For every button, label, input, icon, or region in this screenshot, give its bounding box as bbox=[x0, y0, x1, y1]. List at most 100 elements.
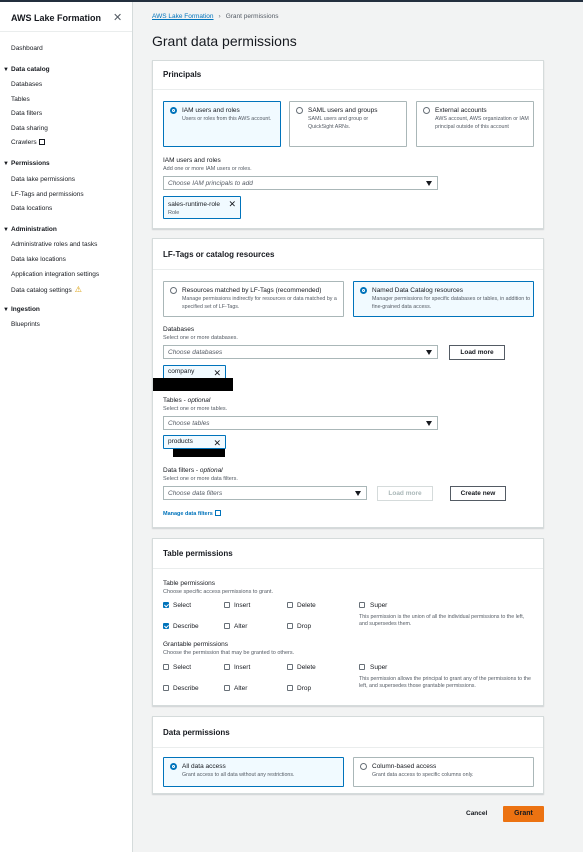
radio-icon bbox=[360, 763, 367, 770]
databases-hint: Select one or more databases. bbox=[163, 335, 238, 341]
sidebar-item-blueprints[interactable]: Blueprints bbox=[11, 321, 40, 328]
option-desc: Users or roles from this AWS account. bbox=[182, 116, 272, 122]
grant-super-note: This permission allows the principal to … bbox=[359, 676, 531, 689]
page-title: Grant data permissions bbox=[152, 33, 297, 49]
panel-divider bbox=[153, 747, 543, 748]
data-permissions-heading: Data permissions bbox=[163, 728, 230, 737]
token-type: Role bbox=[168, 210, 180, 216]
checkbox-grant-insert[interactable] bbox=[224, 664, 230, 670]
sidebar-section-data-catalog[interactable]: ▼ Data catalog bbox=[3, 66, 50, 73]
sidebar-item-admin-roles[interactable]: Administrative roles and tasks bbox=[11, 241, 97, 248]
sidebar-section-administration[interactable]: ▼ Administration bbox=[3, 226, 57, 233]
token-label: products bbox=[168, 438, 193, 445]
external-link-icon bbox=[38, 139, 45, 145]
checkbox-delete[interactable] bbox=[287, 602, 293, 608]
sidebar-item-app-integration-settings[interactable]: Application integration settings bbox=[11, 271, 99, 278]
lf-tags-panel: LF-Tags or catalog resources Resources m… bbox=[152, 238, 544, 528]
option-desc: Manager permissions for specific databas… bbox=[372, 296, 531, 310]
remove-token-icon[interactable]: ✕ bbox=[228, 199, 236, 210]
option-title: IAM users and roles bbox=[182, 107, 240, 114]
cancel-button[interactable]: Cancel bbox=[466, 810, 487, 817]
option-desc: Grant access to all data without any res… bbox=[182, 772, 295, 778]
breadcrumb-root-link[interactable]: AWS Lake Formation bbox=[152, 13, 214, 20]
label-grant-super: Super bbox=[370, 664, 388, 671]
option-title: Column-based access bbox=[372, 763, 437, 770]
caret-down-icon bbox=[426, 350, 432, 355]
option-desc: SAML users and group or QuickSight ARNs. bbox=[308, 116, 369, 130]
checkbox-select[interactable] bbox=[163, 602, 169, 608]
principal-option-saml[interactable]: SAML users and groups SAML users and gro… bbox=[289, 101, 407, 147]
checkbox-grant-super[interactable] bbox=[359, 664, 365, 670]
label-insert: Insert bbox=[234, 602, 251, 609]
radio-selected-icon bbox=[170, 107, 177, 114]
checkbox-drop[interactable] bbox=[287, 623, 293, 629]
checkbox-alter[interactable] bbox=[224, 623, 230, 629]
data-access-option-all[interactable]: All data access Grant access to all data… bbox=[163, 757, 344, 787]
breadcrumb: AWS Lake Formation › Grant permissions bbox=[152, 13, 278, 20]
data-access-option-column[interactable]: Column-based access Grant data access to… bbox=[353, 757, 534, 787]
close-icon[interactable]: ✕ bbox=[113, 11, 122, 24]
caret-down-icon bbox=[426, 181, 432, 186]
sidebar-item-tables[interactable]: Tables bbox=[11, 96, 30, 103]
token-label: sales-runtime-role bbox=[168, 201, 221, 208]
option-desc: AWS account, AWS organization or IAM pri… bbox=[435, 116, 529, 130]
table-token: products ✕ bbox=[163, 435, 226, 449]
tp-label: Table permissions bbox=[163, 580, 216, 587]
sidebar-item-data-locations[interactable]: Data locations bbox=[11, 205, 52, 212]
checkbox-super[interactable] bbox=[359, 602, 365, 608]
table-permissions-heading: Table permissions bbox=[163, 549, 233, 558]
checkbox-grant-drop[interactable] bbox=[287, 685, 293, 691]
checkbox-grant-select[interactable] bbox=[163, 664, 169, 670]
sidebar-item-data-lake-locations[interactable]: Data lake locations bbox=[11, 256, 66, 263]
radio-icon bbox=[423, 107, 430, 114]
sidebar-item-data-filters[interactable]: Data filters bbox=[11, 110, 42, 117]
lf-tags-heading: LF-Tags or catalog resources bbox=[163, 250, 275, 259]
radio-icon bbox=[170, 287, 177, 294]
option-title: External accounts bbox=[435, 107, 487, 114]
remove-token-icon[interactable]: ✕ bbox=[213, 438, 221, 449]
sidebar-item-databases[interactable]: Databases bbox=[11, 81, 42, 88]
load-more-databases-button[interactable]: Load more bbox=[449, 345, 505, 360]
data-filters-label: Data filters - optional bbox=[163, 467, 223, 474]
checkbox-grant-describe[interactable] bbox=[163, 685, 169, 691]
checkbox-grant-alter[interactable] bbox=[224, 685, 230, 691]
resource-option-named[interactable]: Named Data Catalog resources Manager per… bbox=[353, 281, 534, 317]
tables-label: Tables - optional bbox=[163, 397, 211, 404]
sidebar-item-data-lake-permissions[interactable]: Data lake permissions bbox=[11, 176, 75, 183]
manage-data-filters-link[interactable]: Manage data filters bbox=[163, 510, 221, 517]
label-grant-delete: Delete bbox=[297, 664, 316, 671]
radio-selected-icon bbox=[170, 763, 177, 770]
panel-divider bbox=[153, 89, 543, 90]
principal-option-iam[interactable]: IAM users and roles Users or roles from … bbox=[163, 101, 281, 147]
option-title: Resources matched by LF-Tags (recommende… bbox=[182, 287, 322, 294]
caret-down-icon: ▼ bbox=[3, 307, 9, 313]
redacted-block bbox=[153, 378, 233, 391]
sidebar-section-permissions[interactable]: ▼ Permissions bbox=[3, 160, 50, 167]
chevron-right-icon: › bbox=[218, 13, 221, 20]
sidebar-item-dashboard[interactable]: Dashboard bbox=[11, 45, 43, 52]
sidebar-item-lf-tags-and-permissions[interactable]: LF-Tags and permissions bbox=[11, 191, 84, 198]
label-alter: Alter bbox=[234, 623, 248, 630]
principal-option-external[interactable]: External accounts AWS account, AWS organ… bbox=[416, 101, 534, 147]
tables-select[interactable]: Choose tables bbox=[163, 416, 438, 430]
resource-option-lf-tags[interactable]: Resources matched by LF-Tags (recommende… bbox=[163, 281, 344, 317]
checkbox-grant-delete[interactable] bbox=[287, 664, 293, 670]
sidebar-item-data-sharing[interactable]: Data sharing bbox=[11, 125, 48, 132]
sidebar-item-crawlers[interactable]: Crawlers bbox=[11, 139, 45, 146]
grant-button[interactable]: Grant bbox=[503, 806, 544, 822]
data-filters-select[interactable]: Choose data filters bbox=[163, 486, 367, 500]
label-select: Select bbox=[173, 602, 192, 609]
option-desc: Grant data access to specific columns on… bbox=[372, 772, 474, 778]
checkbox-insert[interactable] bbox=[224, 602, 230, 608]
iam-principals-select[interactable]: Choose IAM principals to add bbox=[163, 176, 438, 190]
label-drop: Drop bbox=[297, 623, 312, 630]
load-more-filters-button[interactable]: Load more bbox=[377, 486, 433, 501]
checkbox-describe[interactable] bbox=[163, 623, 169, 629]
create-new-button[interactable]: Create new bbox=[450, 486, 506, 501]
label-super: Super bbox=[370, 602, 388, 609]
principals-heading: Principals bbox=[163, 70, 202, 79]
sidebar-item-data-catalog-settings[interactable]: Data catalog settings ⚠ bbox=[11, 285, 82, 294]
database-token: company ✕ bbox=[163, 365, 226, 379]
sidebar-section-ingestion[interactable]: ▼ Ingestion bbox=[3, 306, 40, 313]
databases-select[interactable]: Choose databases bbox=[163, 345, 438, 359]
